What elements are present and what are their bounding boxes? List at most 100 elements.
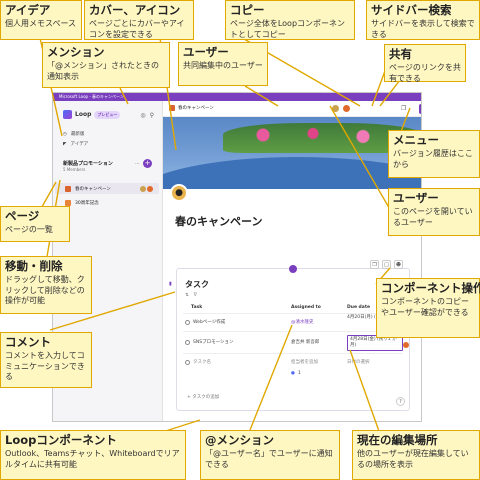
callout-desc: コンポーネントのコピーやユーザー確認ができる bbox=[381, 297, 469, 317]
task-name[interactable]: Webページ作成 bbox=[193, 319, 225, 325]
sidebar-item-label: アイデア bbox=[70, 142, 89, 147]
page-item-spring[interactable]: 春のキャンペーン bbox=[55, 183, 159, 194]
bell-icon[interactable]: ◎ bbox=[140, 112, 145, 119]
avatar[interactable] bbox=[342, 104, 351, 113]
callout-title: カバー、アイコン bbox=[89, 3, 181, 17]
callout-title: ユーザー bbox=[393, 191, 439, 205]
table-row[interactable]: SNSプロモーション bbox=[185, 339, 234, 345]
editing-cursor-avatar bbox=[403, 342, 409, 348]
more-icon[interactable]: ⋯ bbox=[135, 161, 140, 167]
component-toolbar: ❐ □ ☻ bbox=[370, 260, 403, 269]
page-icon[interactable]: ● bbox=[170, 184, 188, 202]
breadcrumb: 春のキャンペーン bbox=[169, 105, 214, 111]
sidebar-item-ideas[interactable]: ◤ アイデア bbox=[63, 141, 89, 148]
due-date-placeholder[interactable]: 日付の選択 bbox=[347, 359, 370, 365]
add-page-button[interactable]: + bbox=[143, 159, 152, 168]
page-title[interactable]: 春のキャンペーン bbox=[175, 213, 262, 229]
task-name-placeholder[interactable]: タスク名 bbox=[193, 359, 211, 365]
loop-component[interactable]: ❐ □ ☻ タスク ⇅ ∇ Task Assigned to Due date … bbox=[176, 260, 410, 411]
collaborator-avatars[interactable] bbox=[331, 104, 351, 113]
callout-desc: ページ全体をLoopコンポーネントとしてコピー bbox=[230, 19, 346, 39]
column-header-due[interactable]: Due date bbox=[347, 305, 370, 310]
callout-idea: アイデア 個人用メモスペース bbox=[0, 0, 82, 40]
avatar bbox=[140, 185, 146, 192]
workspace-tools: ⋯ + bbox=[135, 159, 152, 168]
callout-desc: ページのリンクを共有できる bbox=[389, 63, 461, 83]
callout-desc: ページの一覧 bbox=[5, 225, 53, 234]
comment-marker-icon[interactable]: ▮ bbox=[169, 281, 172, 287]
page-emoji-icon bbox=[65, 199, 71, 206]
copy-icon[interactable]: ❐ bbox=[401, 105, 406, 112]
assignee-placeholder[interactable]: 担当者を追加 bbox=[291, 359, 318, 365]
callout-cover: カバー、アイコン ページごとにカバーやアイコンを設定できる bbox=[84, 0, 194, 40]
sidebar-toolbar: ◎ ⚲ bbox=[140, 112, 154, 119]
callout-title: 共有 bbox=[389, 47, 412, 61]
callout-title: メニュー bbox=[393, 133, 439, 147]
page-item-label: 30周年記念 bbox=[75, 200, 99, 206]
callout-desc: 「@ユーザー名」でユーザーに通知できる bbox=[205, 449, 333, 469]
loop-logo[interactable]: Loop プレビュー bbox=[63, 110, 121, 119]
callout-title: Loopコンポーネント bbox=[5, 433, 117, 447]
page-header: 春のキャンペーン ❐ 共有 ⋯ bbox=[163, 101, 421, 117]
callout-title: サイドバー検索 bbox=[371, 3, 452, 17]
callout-sidebar-search: サイドバー検索 サイドバーを表示して検索できる bbox=[366, 0, 480, 40]
page-item-anniversary[interactable]: 30周年記念 bbox=[55, 197, 159, 208]
drag-handle[interactable] bbox=[289, 265, 297, 273]
callout-desc: このページを開いているユーザー bbox=[393, 207, 473, 227]
callout-copy: コピー ページ全体をLoopコンポーネントとしてコピー bbox=[225, 0, 355, 40]
complete-checkbox[interactable] bbox=[185, 359, 190, 365]
row-divider bbox=[183, 313, 403, 314]
copy-component-icon[interactable]: ❐ bbox=[370, 260, 379, 269]
avatar[interactable] bbox=[331, 104, 340, 113]
callout-mention-notify: メンション 「@メンション」されたときの通知表示 bbox=[42, 42, 170, 88]
callout-desc: 他のユーザーが現在編集しているの場所を表示 bbox=[357, 449, 469, 469]
reaction[interactable]: ● 1 bbox=[291, 371, 301, 376]
share-button[interactable]: 共有 bbox=[419, 104, 421, 114]
breadcrumb-label[interactable]: 春のキャンペーン bbox=[178, 105, 214, 111]
preview-badge: プレビュー bbox=[94, 110, 121, 119]
loop-logo-icon bbox=[63, 110, 72, 119]
callout-title: アイデア bbox=[5, 3, 51, 17]
callout-title: コピー bbox=[230, 3, 265, 17]
help-icon[interactable]: ? bbox=[396, 397, 405, 406]
users-icon[interactable]: ☻ bbox=[394, 260, 403, 269]
callout-desc: 個人用メモスペース bbox=[5, 19, 77, 28]
table-row[interactable]: タスク名 bbox=[185, 359, 211, 365]
sort-icon[interactable]: ⇅ bbox=[185, 293, 189, 298]
sidebar-item-recent[interactable]: ◷ 最新版 bbox=[63, 131, 84, 138]
search-icon[interactable]: ⚲ bbox=[150, 112, 154, 119]
window-title: Microsoft Loop - 春のキャンペーン bbox=[59, 94, 124, 99]
callout-share: 共有 ページのリンクを共有できる bbox=[384, 44, 466, 83]
comment-icon[interactable]: □ bbox=[382, 260, 391, 269]
column-header-task[interactable]: Task bbox=[191, 305, 202, 310]
clock-icon: ◷ bbox=[63, 131, 67, 137]
complete-checkbox[interactable] bbox=[185, 339, 190, 345]
filter-icon[interactable]: ∇ bbox=[194, 293, 197, 298]
row-divider bbox=[183, 353, 403, 354]
callout-user-page: ユーザー このページを開いているユーザー bbox=[388, 188, 480, 236]
workspace-title[interactable]: 新製品プロモーション bbox=[63, 160, 113, 167]
lightbulb-icon: ◤ bbox=[63, 141, 67, 147]
task-name[interactable]: SNSプロモーション bbox=[193, 339, 234, 345]
mention-chip[interactable]: @清水隆史 bbox=[291, 319, 314, 325]
callout-title: 移動・削除 bbox=[5, 259, 63, 273]
assignee[interactable]: 倉吉井 新吾郎 bbox=[291, 339, 319, 345]
complete-checkbox[interactable] bbox=[185, 319, 190, 325]
callout-loop-component: Loopコンポーネント Outlook、Teamsチャット、Whiteboard… bbox=[0, 430, 186, 480]
callout-menu: メニュー バージョン履歴はここから bbox=[388, 130, 480, 178]
callout-desc: サイドバーを表示して検索できる bbox=[371, 19, 475, 39]
callout-title: 現在の編集場所 bbox=[357, 433, 438, 447]
callout-pages: ページ ページの一覧 bbox=[0, 206, 70, 242]
cover-image[interactable] bbox=[163, 117, 421, 189]
component-title[interactable]: タスク bbox=[185, 279, 209, 290]
workspace-members: 5 Members bbox=[63, 167, 86, 172]
title-bar: Microsoft Loop - 春のキャンペーン bbox=[53, 93, 421, 101]
like-icon: ● bbox=[291, 371, 295, 376]
add-task-button[interactable]: + タスクの追加 bbox=[187, 394, 219, 400]
loop-app-window: Microsoft Loop - 春のキャンペーン Loop プレビュー ◎ ⚲… bbox=[52, 92, 422, 422]
table-row[interactable]: Webページ作成 bbox=[185, 319, 225, 325]
column-header-assigned[interactable]: Assigned to bbox=[291, 305, 321, 310]
callout-desc: 「@メンション」されたときの通知表示 bbox=[47, 61, 159, 81]
page-emoji-icon bbox=[169, 105, 175, 111]
callout-desc: ドラッグして移動、クリックして削除などの操作が可能 bbox=[5, 275, 85, 305]
